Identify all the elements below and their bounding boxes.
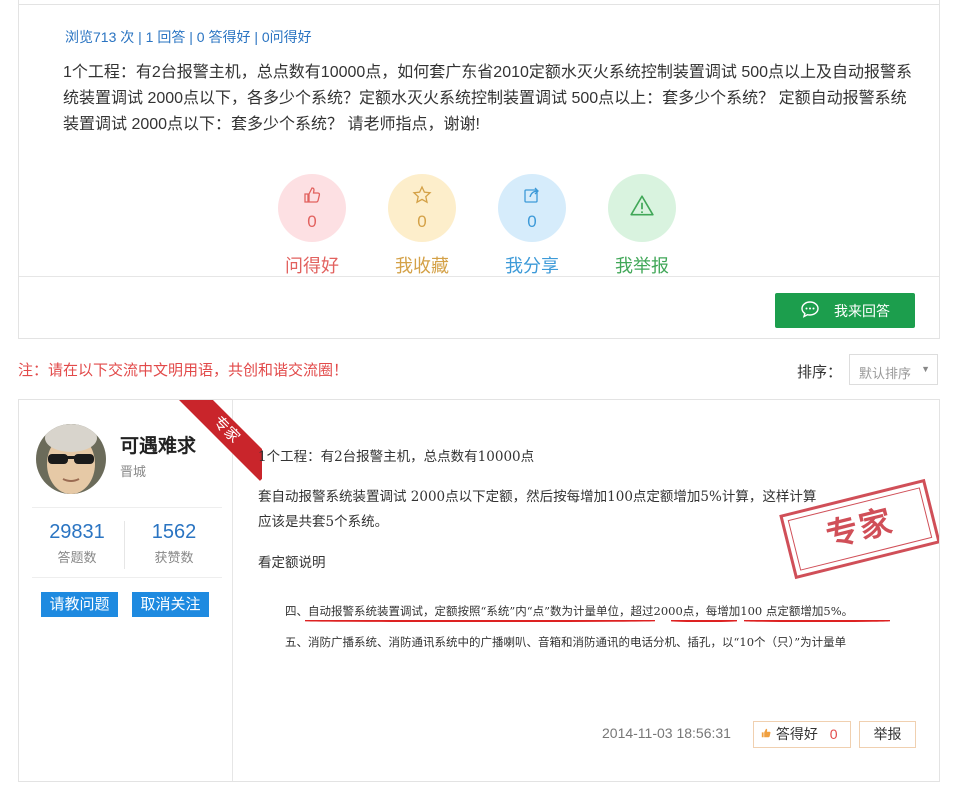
answerer-profile: 可遇难求 晋城 专家 29831 答题数 1562 获赞数 请教问题 取消关注 [22,400,262,781]
answer-timestamp: 2014-11-03 18:56:31 [602,725,731,741]
views-count: 浏览713 次 [65,29,135,45]
answer-button-label: 我来回答 [834,302,890,319]
likes-caption: 获赞数 [154,550,194,565]
share-count: 0 [527,211,537,231]
red-underline [744,620,890,622]
question-card: 浏览713 次 | 1 回答 | 0 答得好 | 0问得好 1个工程：有2台报警… [18,0,940,339]
good-answer-button[interactable]: 答得好 0 [753,721,851,748]
question-text: 1个工程：有2台报警主机，总点数有10000点，如何套广东省2010定额水灭火系… [63,64,913,133]
answer-paragraph: 1个工程：有2台报警主机，总点数有10000点 [258,449,535,465]
excerpt-line: 五、消防广播系统、消防通讯系统中的广播喇叭、音箱和消防通讯的电话分机、插孔，以“… [285,635,847,649]
like-question-button[interactable]: 0 问得好 [267,174,357,278]
caret-down-icon: ▼ [921,364,930,374]
question-stats: 浏览713 次 | 1 回答 | 0 答得好 | 0问得好 [65,29,312,45]
avatar[interactable] [36,424,106,494]
thumbs-up-icon [760,726,776,742]
share-icon [522,185,542,210]
answerer-location: 晋城 [120,464,147,479]
answer-button[interactable]: 我来回答 [775,293,915,328]
star-icon [412,184,432,210]
sort-selected: 默认排序 [859,366,912,381]
answer-paragraph: 应该是共套5个系统。 [258,514,389,530]
answers-number: 29831 [49,521,105,543]
red-underline [305,620,655,622]
warning-icon [629,193,655,224]
divider [32,577,222,578]
favorite-count: 0 [417,211,427,231]
sort-label: 排序： [797,364,843,381]
thumbs-up-icon [302,185,322,210]
favorite-button[interactable]: 0 我收藏 [377,174,467,278]
unfollow-button[interactable]: 取消关注 [132,592,209,617]
report-answer-button[interactable]: 举报 [859,721,916,748]
report-question-button[interactable]: 我举报 [597,174,687,278]
good-answers-count: 0 答得好 [196,29,251,45]
answers-count[interactable]: 1 回答 [146,29,186,45]
chat-icon [800,299,834,322]
answer-paragraph: 套自动报警系统装置调试 2000点以下定额，然后按每增加100点定额增加5%计算… [258,489,817,505]
red-underline [671,620,737,622]
answer-card: 可遇难求 晋城 专家 29831 答题数 1562 获赞数 请教问题 取消关注 … [18,399,940,782]
expert-ribbon: 专家 [152,400,262,502]
question-footer: 我来回答 [19,276,939,338]
good-questions-count: 0问得好 [261,29,312,45]
likes-number: 1562 [151,521,197,543]
sort-select[interactable]: 默认排序 ▼ [849,354,938,385]
regulation-excerpt-image[interactable]: 四、自动报警系统装置调试，定额按照“系统”内“点”数为计量单位，超过2000点，… [281,596,911,664]
good-answer-count: 0 [829,726,838,742]
favorite-label: 我收藏 [395,256,449,276]
share-label: 我分享 [505,256,559,276]
ask-question-button[interactable]: 请教问题 [41,592,118,617]
report-label: 我举报 [615,256,669,276]
excerpt-line: 四、自动报警系统装置调试，定额按照“系统”内“点”数为计量单位，超过2000点，… [285,604,854,618]
expert-badge: 专家 [175,400,262,481]
like-label: 问得好 [285,256,339,276]
answer-paragraph: 看定额说明 [258,555,326,571]
like-count: 0 [307,211,317,231]
share-button[interactable]: 0 我分享 [487,174,577,278]
likes-stat: 1562 获赞数 [129,521,219,566]
answers-caption: 答题数 [57,550,97,565]
answers-stat: 29831 答题数 [32,521,122,566]
question-actions: 0 问得好 0 我收藏 0 我分享 我举报 [19,174,939,276]
divider [32,507,222,508]
good-answer-label: 答得好 [775,726,818,742]
divider [124,521,125,569]
notice-text: 注：请在以下交流中文明用语，共创和谐交流圈！ [18,362,349,379]
